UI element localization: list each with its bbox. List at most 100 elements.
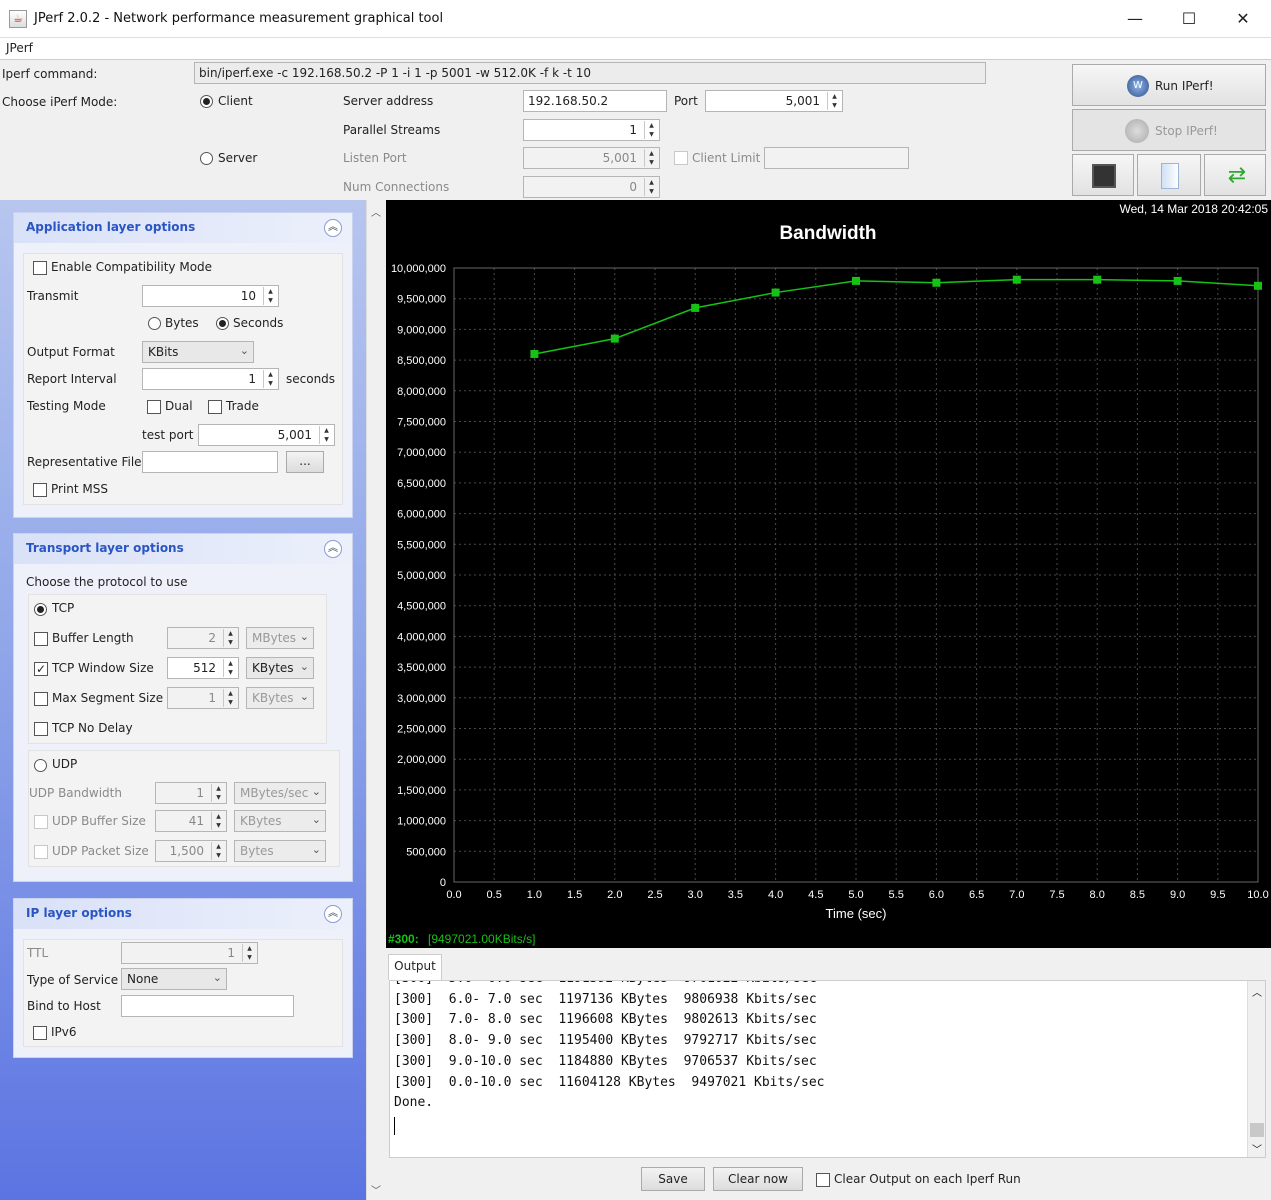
ttl-input[interactable]: 1 ▲ ▼ [121, 942, 258, 964]
parallel-streams-input[interactable]: 1 ▲ ▼ [523, 119, 660, 141]
ipv6-checkbox[interactable] [33, 1026, 47, 1040]
application-layer-header[interactable]: Application layer options ︽ [14, 213, 352, 243]
mss-checkbox[interactable] [34, 692, 48, 706]
test-port-spinner[interactable]: ▲ ▼ [319, 426, 333, 444]
transmit-spinner[interactable]: ▲ ▼ [263, 287, 277, 305]
num-connections-input[interactable]: 0 ▲ ▼ [523, 176, 660, 198]
scroll-up-icon[interactable]: ︿ [371, 204, 381, 219]
buffer-length-unit-select[interactable]: MBytes ⌄ [246, 627, 314, 649]
udp-packet-unit-select[interactable]: Bytes ⌄ [234, 840, 326, 862]
clear-each-run-checkbox[interactable] [816, 1173, 830, 1187]
report-interval-value: 1 [248, 372, 256, 386]
udp-buffer-unit-select[interactable]: KBytes ⌄ [234, 810, 326, 832]
udp-radio[interactable] [34, 759, 47, 772]
close-button[interactable]: ✕ [1216, 0, 1270, 38]
iperf-command-field[interactable]: bin/iperf.exe -c 192.168.50.2 -P 1 -i 1 … [194, 62, 986, 84]
buffer-length-checkbox[interactable] [34, 632, 48, 646]
client-radio[interactable] [200, 95, 213, 108]
dual-checkbox[interactable] [147, 400, 161, 414]
port-spinner[interactable]: ▲ ▼ [827, 92, 841, 110]
collapse-up-icon[interactable]: ︽ [324, 219, 342, 237]
save-config-button[interactable] [1072, 154, 1134, 196]
udp-bandwidth-input[interactable]: 1 ▲ ▼ [155, 782, 227, 804]
output-tab[interactable]: Output [388, 954, 442, 980]
listen-port-input[interactable]: 5,001 ▲ ▼ [523, 147, 660, 169]
client-limit-checkbox[interactable] [674, 151, 688, 165]
num-conn-spinner[interactable]: ▲ ▼ [644, 178, 658, 196]
ip-layer-header[interactable]: IP layer options ︽ [14, 899, 352, 929]
stop-iperf-button[interactable]: Stop IPerf! [1072, 109, 1266, 151]
options-scrollbar[interactable]: ︿ ﹀ [366, 200, 386, 1200]
load-config-button[interactable] [1137, 154, 1201, 196]
server-radio[interactable] [200, 152, 213, 165]
open-document-icon [1161, 163, 1179, 189]
interval-spinner[interactable]: ▲ ▼ [263, 370, 277, 388]
type-of-service-select[interactable]: None ⌄ [121, 968, 227, 990]
tcp-window-spinner[interactable]: ▲ ▼ [223, 659, 237, 677]
udp-packet-checkbox[interactable] [34, 845, 48, 859]
tcp-window-label: TCP Window Size [52, 661, 154, 675]
data-point [771, 288, 780, 297]
buffer-length-spinner[interactable]: ▲ ▼ [223, 629, 237, 647]
listen-port-spinner[interactable]: ▲ ▼ [644, 149, 658, 167]
tcp-no-delay-checkbox[interactable] [34, 722, 48, 736]
port-input[interactable]: 5,001 ▲ ▼ [705, 90, 843, 112]
run-iperf-label: Run IPerf! [1155, 79, 1214, 93]
tcp-radio[interactable] [34, 603, 47, 616]
transport-layer-header[interactable]: Transport layer options ︽ [14, 534, 352, 564]
mss-unit-select[interactable]: KBytes ⌄ [246, 687, 314, 709]
scroll-up-icon[interactable]: ︿ [1252, 984, 1262, 1005]
output-format-select[interactable]: KBits ⌄ [142, 341, 254, 363]
bytes-radio[interactable] [148, 317, 161, 330]
minimize-button[interactable]: — [1108, 0, 1162, 38]
output-text-area[interactable]: [300] 5.0- 6.0 sec 1191392 KBytes 976102… [389, 980, 1266, 1158]
x-tick-label: 0.5 [487, 889, 502, 901]
bytes-label: Bytes [165, 316, 199, 330]
udp-buffer-input[interactable]: 41 ▲ ▼ [155, 810, 227, 832]
buffer-length-input[interactable]: 2 ▲ ▼ [167, 627, 239, 649]
udp-buffer-spinner[interactable]: ▲ ▼ [211, 812, 225, 830]
collapse-up-icon[interactable]: ︽ [324, 905, 342, 923]
client-limit-input[interactable] [764, 147, 909, 169]
scroll-down-icon[interactable]: ﹀ [371, 1182, 381, 1197]
mss-spinner[interactable]: ▲ ▼ [223, 689, 237, 707]
report-interval-input[interactable]: 1 ▲ ▼ [142, 368, 279, 390]
x-tick-label: 4.5 [808, 889, 823, 901]
tcp-window-checkbox[interactable]: ✓ [34, 662, 48, 676]
data-point [691, 303, 700, 312]
clear-now-button[interactable]: Clear now [713, 1167, 803, 1191]
udp-packet-spinner[interactable]: ▲ ▼ [211, 842, 225, 860]
refresh-button[interactable]: ⇄ [1204, 154, 1266, 196]
collapse-up-icon[interactable]: ︽ [324, 540, 342, 558]
data-point [610, 334, 619, 343]
tcp-window-unit-select[interactable]: KBytes ⌄ [246, 657, 314, 679]
save-output-button[interactable]: Save [641, 1167, 705, 1191]
scroll-thumb[interactable] [1250, 1123, 1264, 1137]
scroll-down-icon[interactable]: ﹀ [1252, 1141, 1262, 1157]
trade-checkbox[interactable] [208, 400, 222, 414]
x-tick-label: 10.0 [1247, 889, 1268, 901]
run-iperf-button[interactable]: W Run IPerf! [1072, 64, 1266, 106]
browse-file-button[interactable]: ... [286, 451, 324, 473]
print-mss-checkbox[interactable] [33, 483, 47, 497]
menu-jperf[interactable]: JPerf [6, 41, 33, 55]
bind-host-input[interactable] [121, 995, 294, 1017]
y-tick-label: 4,500,000 [397, 601, 446, 613]
mss-input[interactable]: 1 ▲ ▼ [167, 687, 239, 709]
output-scrollbar[interactable]: ︿ ﹀ [1247, 981, 1265, 1157]
test-port-input[interactable]: 5,001 ▲ ▼ [198, 424, 335, 446]
server-address-input[interactable]: 192.168.50.2 [523, 90, 667, 112]
seconds-radio[interactable] [216, 317, 229, 330]
representative-file-input[interactable] [142, 451, 278, 473]
parallel-spinner[interactable]: ▲ ▼ [644, 121, 658, 139]
x-axis-label: Time (sec) [826, 906, 887, 921]
udp-packet-input[interactable]: 1,500 ▲ ▼ [155, 840, 227, 862]
udp-bandwidth-spinner[interactable]: ▲ ▼ [211, 784, 225, 802]
transmit-input[interactable]: 10 ▲ ▼ [142, 285, 279, 307]
tcp-window-input[interactable]: 512 ▲ ▼ [167, 657, 239, 679]
ttl-spinner[interactable]: ▲ ▼ [242, 944, 256, 962]
udp-bandwidth-unit-select[interactable]: MBytes/sec ⌄ [234, 782, 326, 804]
maximize-button[interactable]: ☐ [1162, 0, 1216, 38]
udp-buffer-checkbox[interactable] [34, 815, 48, 829]
compat-mode-checkbox[interactable] [33, 261, 47, 275]
